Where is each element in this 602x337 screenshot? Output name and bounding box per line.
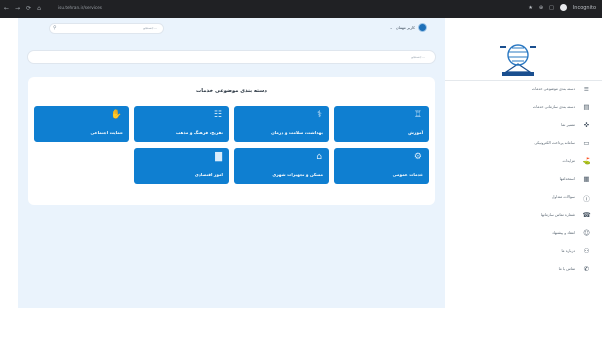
- chevron-down-icon: ⌄: [389, 25, 393, 30]
- sidebar-item-label: مزایدات: [562, 159, 576, 163]
- sidebar-item-org-categories[interactable]: دسته بندی سازمانی خدمات ▤: [445, 99, 602, 117]
- tile-label: خدمات عمومی: [392, 172, 423, 177]
- profile-label[interactable]: Incognito: [573, 5, 596, 11]
- avatar[interactable]: [418, 23, 427, 32]
- star-icon[interactable]: ★: [528, 5, 532, 11]
- tile-housing[interactable]: ⌂ مسکن و تجهیزات شهری: [234, 148, 329, 184]
- flag-icon: ⛳: [582, 157, 591, 165]
- tile-label: امور اقتصادی: [194, 172, 223, 177]
- gear-icon: ⚙: [413, 152, 422, 162]
- sidebar-item-label: انتقاد و پیشنهاد: [552, 231, 575, 235]
- sidebar-item-service-categories[interactable]: دسته بندی موضوعی خدمات ≡: [445, 81, 602, 99]
- window-icon[interactable]: □: [549, 5, 554, 11]
- list-icon: ≡: [583, 85, 590, 93]
- about-icon: ⚇: [583, 247, 590, 255]
- sidebar-item-label: استخدامها: [559, 177, 575, 181]
- extension-icon[interactable]: ⊕: [539, 5, 543, 11]
- sidebar-item-faq[interactable]: سوالات متداول ⓘ: [445, 189, 602, 207]
- sidebar-item-e-payment[interactable]: سامانه پرداخت الکترونیکی ▭: [445, 135, 602, 153]
- tile-education[interactable]: ♖ آموزش: [334, 106, 429, 142]
- sidebar-item-about[interactable]: درباره ما ⚇: [445, 243, 602, 261]
- smile-icon: ☺: [583, 229, 590, 237]
- tile-health[interactable]: ⚕ بهداشت، سلامت و درمان: [234, 106, 329, 142]
- tile-social-support[interactable]: ✋ حمایت اجتماعی: [34, 106, 129, 142]
- reload-icon[interactable]: ⟳: [26, 5, 31, 12]
- sidebar-item-label: دسته بندی سازمانی خدمات: [532, 105, 575, 109]
- hand-icon: ✋: [110, 110, 122, 120]
- header-search-placeholder: جستجو...: [143, 26, 157, 30]
- browser-nav: ← → ⟳ ⌂: [4, 5, 41, 12]
- address-bar[interactable]: isu.tehran.ir/services: [58, 5, 102, 10]
- sidebar-item-org-phones[interactable]: شماره تماس سازمانها ☎: [445, 207, 602, 225]
- main-search-input[interactable]: جستجو...: [27, 50, 436, 64]
- sidebar-menu: دسته بندی موضوعی خدمات ≡ دسته بندی سازما…: [445, 81, 602, 279]
- tile-label: مسکن و تجهیزات شهری: [272, 172, 323, 177]
- sidebar-item-label: مسیر نما: [561, 123, 575, 127]
- main-content: ⚲ جستجو... ⌄ کاربر مهمان جستجو... دسته ب…: [18, 18, 445, 308]
- sidebar-item-label: شماره تماس سازمانها: [540, 213, 575, 217]
- search-icon: ⚲: [53, 25, 57, 31]
- home-icon[interactable]: ⌂: [37, 5, 41, 12]
- logo-icon: [500, 44, 536, 76]
- header-search-input[interactable]: ⚲ جستجو...: [49, 23, 164, 34]
- forward-icon[interactable]: →: [15, 5, 20, 12]
- tile-label: حمایت اجتماعی: [90, 130, 123, 135]
- tile-public-services[interactable]: ⚙ خدمات عمومی: [334, 148, 429, 184]
- home-icon: ⌂: [316, 152, 322, 162]
- categories-panel: دسته بندی موضوعی خدمات ♖ آموزش ⚕ بهداشت،…: [28, 77, 435, 205]
- tile-economy[interactable]: ▇ امور اقتصادی: [134, 148, 229, 184]
- education-icon: ♖: [413, 110, 422, 120]
- health-icon: ⚕: [317, 110, 322, 120]
- tile-label: تفریح، فرهنگ و مذهب: [176, 130, 223, 135]
- sidebar-item-feedback[interactable]: انتقاد و پیشنهاد ☺: [445, 225, 602, 243]
- sidebar-item-label: دسته بندی موضوعی خدمات: [531, 87, 575, 91]
- page: ⚲ جستجو... ⌄ کاربر مهمان جستجو... دسته ب…: [0, 18, 602, 337]
- telephone-icon: ✆: [583, 265, 590, 273]
- sidebar-item-label: سوالات متداول: [551, 195, 575, 199]
- sidebar-item-label: تماس با ما: [558, 267, 575, 271]
- grid-icon: ▦: [583, 175, 590, 183]
- chart-icon: ▇: [215, 152, 222, 162]
- info-icon: ⓘ: [583, 195, 590, 203]
- main-search-placeholder: جستجو...: [411, 55, 425, 59]
- tile-label: آموزش: [408, 130, 423, 135]
- culture-icon: ☷: [213, 110, 222, 120]
- profile-icon[interactable]: [559, 4, 567, 11]
- card-icon: ▭: [583, 139, 590, 147]
- sidebar-item-route-finder[interactable]: مسیر نما ✜: [445, 117, 602, 135]
- panel-title: دسته بندی موضوعی خدمات: [196, 88, 267, 94]
- sidebar-item-label: سامانه پرداخت الکترونیکی: [534, 141, 575, 145]
- tile-label: بهداشت، سلامت و درمان: [271, 130, 323, 135]
- user-menu[interactable]: ⌄ کاربر مهمان: [390, 23, 427, 32]
- top-bar: ⚲ جستجو... ⌄ کاربر مهمان: [18, 18, 445, 42]
- phone-icon: ☎: [582, 211, 591, 219]
- browser-actions: ★ ⊕ □ Incognito: [528, 4, 596, 11]
- back-icon[interactable]: ←: [4, 5, 9, 12]
- sidebar-item-label: درباره ما: [561, 249, 575, 253]
- sidebar: دسته بندی موضوعی خدمات ≡ دسته بندی سازما…: [445, 18, 602, 337]
- tile-culture[interactable]: ☷ تفریح، فرهنگ و مذهب: [134, 106, 229, 142]
- building-icon: ▤: [583, 103, 590, 111]
- browser-toolbar: ← → ⟳ ⌂ isu.tehran.ir/services ★ ⊕ □ Inc…: [0, 0, 602, 18]
- sidebar-item-jobs[interactable]: استخدامها ▦: [445, 171, 602, 189]
- directions-icon: ✜: [583, 121, 590, 129]
- user-name: کاربر مهمان: [395, 25, 415, 30]
- sidebar-item-contact[interactable]: تماس با ما ✆: [445, 261, 602, 279]
- sidebar-item-auctions[interactable]: مزایدات ⛳: [445, 153, 602, 171]
